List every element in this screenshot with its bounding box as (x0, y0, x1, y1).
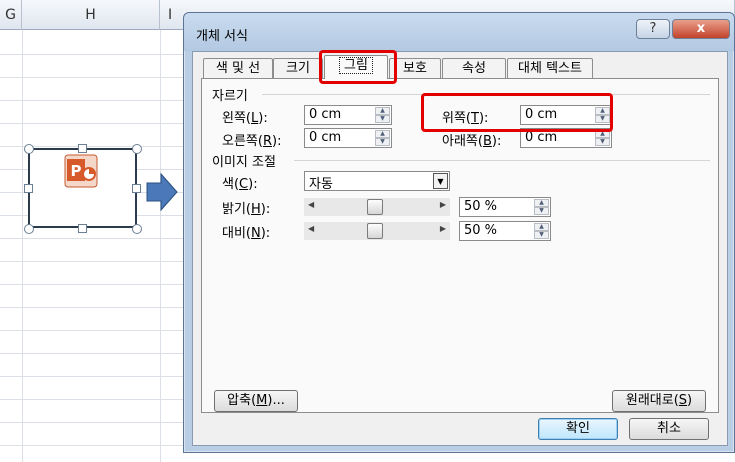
compress-button[interactable]: 압축(M)... (214, 390, 298, 412)
group-divider (294, 160, 710, 161)
format-object-dialog: 개체 서식 ? x 색 및 선 크기 그림 보호 속성 대체 텍스트 자르기 왼… (183, 12, 735, 453)
brightness-slider-thumb[interactable] (367, 199, 383, 215)
resize-handle[interactable] (132, 224, 142, 234)
crop-right-spinner[interactable]: 0 cm ▲ ▼ (304, 128, 392, 148)
help-button[interactable]: ? (636, 19, 670, 39)
contrast-slider-thumb[interactable] (367, 223, 383, 239)
tab-properties[interactable]: 속성 (442, 58, 506, 78)
slider-right-arrow-icon[interactable]: ▶ (440, 224, 446, 233)
column-header-g[interactable]: G (0, 0, 22, 30)
grid-line (160, 30, 161, 462)
image-control-group-label: 이미지 조절 (212, 155, 276, 170)
resize-handle[interactable] (78, 144, 87, 153)
brightness-value[interactable]: 50 % (464, 199, 497, 214)
contrast-label: 대비(N): (222, 226, 271, 241)
tab-alt-text[interactable]: 대체 텍스트 (507, 58, 593, 78)
contrast-spinner[interactable]: 50 % ▲ ▼ (459, 221, 551, 241)
crop-right-label: 오른쪽(R): (222, 134, 282, 149)
resize-handle[interactable] (78, 224, 87, 233)
brightness-label: 밝기(H): (222, 202, 271, 217)
resize-handle[interactable] (24, 184, 33, 193)
slider-right-arrow-icon[interactable]: ▶ (440, 200, 446, 209)
arrow-right-icon (146, 172, 178, 212)
spin-up-icon[interactable]: ▲ (375, 130, 390, 138)
slider-left-arrow-icon[interactable]: ◀ (308, 224, 314, 233)
spin-down-icon[interactable]: ▼ (375, 138, 390, 146)
crop-bottom-label: 아래쪽(B): (442, 134, 502, 149)
resize-handle[interactable] (132, 144, 142, 154)
color-label: 색(C): (222, 177, 258, 192)
resize-handle[interactable] (24, 224, 34, 234)
spin-down-icon[interactable]: ▼ (595, 138, 610, 146)
tab-color-and-lines[interactable]: 색 및 선 (203, 58, 273, 78)
color-select[interactable]: 자동 ▼ (304, 171, 450, 192)
reset-button[interactable]: 원래대로(S) (612, 390, 706, 412)
crop-top-highlight (421, 93, 613, 132)
tab-picture[interactable]: 그림 (324, 55, 388, 79)
spin-down-icon[interactable]: ▼ (534, 207, 549, 215)
resize-handle[interactable] (24, 144, 34, 154)
powerpoint-icon: P (64, 154, 98, 188)
spin-down-icon[interactable]: ▼ (534, 231, 549, 239)
cancel-button[interactable]: 취소 (629, 418, 709, 440)
crop-group-label: 자르기 (212, 89, 248, 104)
close-button[interactable]: x (672, 19, 730, 39)
crop-left-label: 왼쪽(L): (222, 111, 268, 126)
brightness-spinner[interactable]: 50 % ▲ ▼ (459, 197, 551, 217)
tab-size[interactable]: 크기 (273, 58, 323, 78)
brightness-slider[interactable]: ◀ ▶ (304, 198, 450, 216)
spin-up-icon[interactable]: ▲ (534, 199, 549, 207)
grid-line (22, 30, 23, 462)
crop-right-value[interactable]: 0 cm (309, 130, 341, 145)
crop-bottom-value[interactable]: 0 cm (525, 130, 557, 145)
column-header-h[interactable]: H (22, 0, 160, 30)
spin-down-icon[interactable]: ▼ (375, 115, 390, 123)
slider-left-arrow-icon[interactable]: ◀ (308, 200, 314, 209)
crop-left-value[interactable]: 0 cm (309, 107, 341, 122)
spin-up-icon[interactable]: ▲ (375, 107, 390, 115)
contrast-slider[interactable]: ◀ ▶ (304, 222, 450, 240)
spin-up-icon[interactable]: ▲ (534, 223, 549, 231)
dropdown-arrow-icon[interactable]: ▼ (433, 173, 448, 189)
color-select-value: 자동 (309, 177, 333, 192)
ok-button[interactable]: 확인 (538, 418, 618, 440)
dialog-title: 개체 서식 (196, 29, 248, 44)
dialog-titlebar[interactable]: 개체 서식 ? x (184, 13, 734, 51)
contrast-value[interactable]: 50 % (464, 223, 497, 238)
svg-text:P: P (71, 162, 82, 180)
crop-left-spinner[interactable]: 0 cm ▲ ▼ (304, 105, 392, 125)
resize-handle[interactable] (132, 184, 141, 193)
